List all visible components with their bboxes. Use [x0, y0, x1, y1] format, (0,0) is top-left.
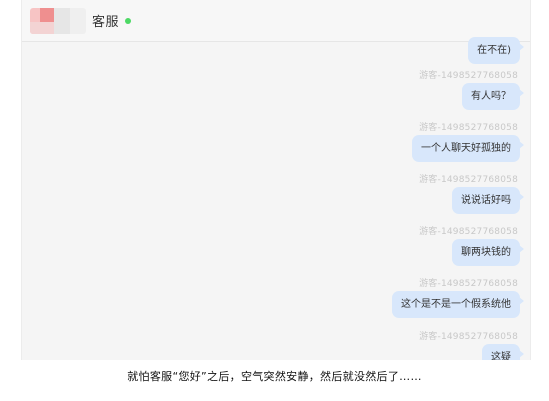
- chat-title: 客服: [92, 15, 120, 30]
- message-item: 游客-1498527768058 有人吗？: [419, 70, 524, 110]
- message-bubble: 这个是不是一个假系统他: [392, 291, 524, 318]
- message-sender: 游客-1498527768058: [419, 227, 518, 237]
- message-item: 游客-1498527768058 说说话好吗: [419, 174, 524, 214]
- chat-window: 客服 在不在) 游客-1498527768058 有人吗？ 游客-1498527…: [21, 0, 531, 360]
- chat-header: 客服: [22, 0, 530, 42]
- message-bubble: 说说话好吗: [452, 187, 524, 214]
- message-sender: 游客-1498527768058: [419, 123, 518, 133]
- message-item: 游客-1498527768058 这个是不是一个假系统他: [392, 278, 524, 318]
- message-bubble: 聊两块钱的: [452, 239, 524, 266]
- message-bubble: 有人吗？: [462, 83, 524, 110]
- message-sender: 游客-1498527768058: [419, 332, 518, 342]
- message-item: 游客-1498527768058 一个人聊天好孤独的: [412, 122, 524, 162]
- message-item: 游客-1498527768058 这疑: [419, 331, 524, 360]
- message-item: 游客-1498527768058 聊两块钱的: [419, 226, 524, 266]
- message-item: 在不在): [468, 37, 524, 64]
- message-list[interactable]: 在不在) 游客-1498527768058 有人吗？ 游客-1498527768…: [22, 37, 530, 360]
- message-sender: 游客-1498527768058: [419, 279, 518, 289]
- avatar: [30, 7, 86, 34]
- message-sender: 游客-1498527768058: [419, 71, 518, 81]
- caption-text: 就怕客服“您好”之后，空气突然安静，然后就没然后了……: [127, 370, 422, 383]
- online-status-icon: [125, 18, 132, 24]
- message-bubble: 这疑: [482, 344, 524, 360]
- message-sender: 游客-1498527768058: [419, 175, 518, 185]
- message-bubble: 在不在): [468, 37, 524, 64]
- message-bubble: 一个人聊天好孤独的: [412, 135, 524, 162]
